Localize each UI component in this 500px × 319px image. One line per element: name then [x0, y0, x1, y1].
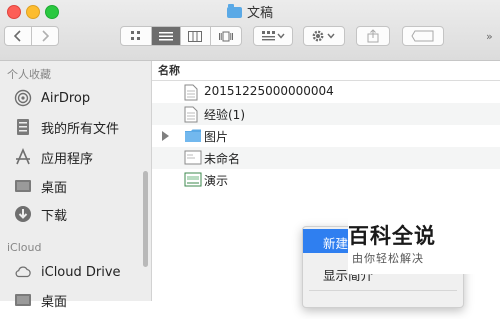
back-button[interactable] — [5, 26, 32, 46]
menu-item-next[interactable] — [303, 295, 463, 319]
column-view-button[interactable] — [181, 27, 211, 45]
sidebar: 个人收藏 AirDrop 我的所有文件 应用程序 桌面 下载 iCloud iC… — [0, 61, 152, 310]
applications-icon — [14, 148, 32, 166]
sidebar-item-label: AirDrop — [41, 90, 91, 106]
watermark-logo: 百科全说 — [348, 224, 436, 248]
file-name: 20151225000000004 — [204, 84, 334, 98]
sidebar-item-label: 下载 — [41, 208, 68, 224]
sidebar-item-icloud-drive[interactable]: iCloud Drive — [14, 261, 121, 283]
chevron-right-icon — [42, 30, 49, 42]
cover-flow-icon — [218, 31, 233, 41]
sidebar-item-icloud-desktop[interactable]: 桌面 — [14, 289, 67, 311]
tag-button[interactable] — [402, 26, 444, 46]
window-title-text: 文稿 — [246, 6, 273, 21]
file-name: 演示 — [204, 174, 229, 188]
sidebar-item-label: 桌面 — [41, 294, 68, 310]
menu-item-label: 新建 — [323, 236, 349, 251]
sidebar-item-all-files[interactable]: 我的所有文件 — [14, 116, 119, 138]
toolbar-overflow-icon[interactable]: » — [486, 30, 493, 43]
disclosure-triangle-icon[interactable] — [162, 131, 169, 141]
favorites-header: 个人收藏 — [7, 68, 51, 81]
list-item[interactable]: 图片 — [152, 125, 500, 147]
cloud-icon — [14, 263, 32, 281]
file-name: 经验(1) — [204, 108, 245, 122]
icloud-header: iCloud — [7, 241, 42, 254]
watermark-subtitle: 由你轻松解决 — [352, 252, 424, 265]
cover-flow-button[interactable] — [211, 27, 241, 45]
list-item[interactable]: 20151225000000004 — [152, 81, 500, 103]
icon-view-button[interactable] — [121, 27, 152, 45]
sidebar-item-label: 桌面 — [41, 180, 68, 196]
arrange-button[interactable] — [253, 26, 293, 46]
all-files-icon — [14, 118, 32, 136]
chevron-left-icon — [13, 30, 21, 42]
share-button[interactable] — [356, 26, 390, 46]
watermark: 百科全说 由你轻松解决 — [348, 218, 500, 274]
arrange-icon — [262, 31, 285, 41]
sidebar-scrollbar[interactable] — [143, 171, 148, 267]
document-icon — [184, 84, 198, 104]
share-icon — [367, 29, 379, 43]
window-title: 文稿 — [0, 2, 500, 21]
folder-icon — [226, 4, 242, 18]
list-view-button[interactable] — [151, 27, 182, 45]
sidebar-item-label: 应用程序 — [41, 151, 94, 167]
tag-icon — [411, 30, 434, 42]
sidebar-item-label: iCloud Drive — [41, 264, 121, 280]
sidebar-item-downloads[interactable]: 下载 — [14, 203, 67, 225]
sidebar-item-desktop[interactable]: 桌面 — [14, 175, 67, 197]
file-name: 未命名 — [204, 152, 241, 166]
icon-view-icon — [130, 31, 140, 40]
column-header-name[interactable]: 名称 — [152, 61, 500, 81]
document-icon — [184, 106, 198, 126]
list-item[interactable]: 未命名 — [152, 147, 500, 169]
view-selector — [120, 26, 242, 46]
airdrop-icon — [14, 89, 32, 107]
list-item[interactable]: 经验(1) — [152, 103, 500, 125]
action-button[interactable] — [303, 26, 345, 46]
gear-icon — [312, 30, 335, 42]
window-toolbar: 文稿 » — [0, 0, 500, 61]
sidebar-item-airdrop[interactable]: AirDrop — [14, 87, 90, 109]
keynote-document-icon — [184, 172, 202, 190]
file-name: 图片 — [204, 130, 229, 144]
list-item[interactable]: 演示 — [152, 169, 500, 191]
forward-button[interactable] — [32, 26, 58, 46]
navigation-buttons — [4, 26, 59, 46]
pages-document-icon — [184, 150, 202, 168]
sidebar-item-applications[interactable]: 应用程序 — [14, 146, 93, 168]
desktop-icon — [14, 177, 32, 195]
desktop-icon — [14, 291, 32, 309]
download-icon — [14, 205, 32, 223]
list-view-icon — [158, 31, 173, 40]
sidebar-item-label: 我的所有文件 — [41, 121, 120, 137]
column-view-icon — [188, 30, 203, 42]
menu-separator — [309, 290, 457, 291]
folder-icon — [184, 128, 202, 146]
